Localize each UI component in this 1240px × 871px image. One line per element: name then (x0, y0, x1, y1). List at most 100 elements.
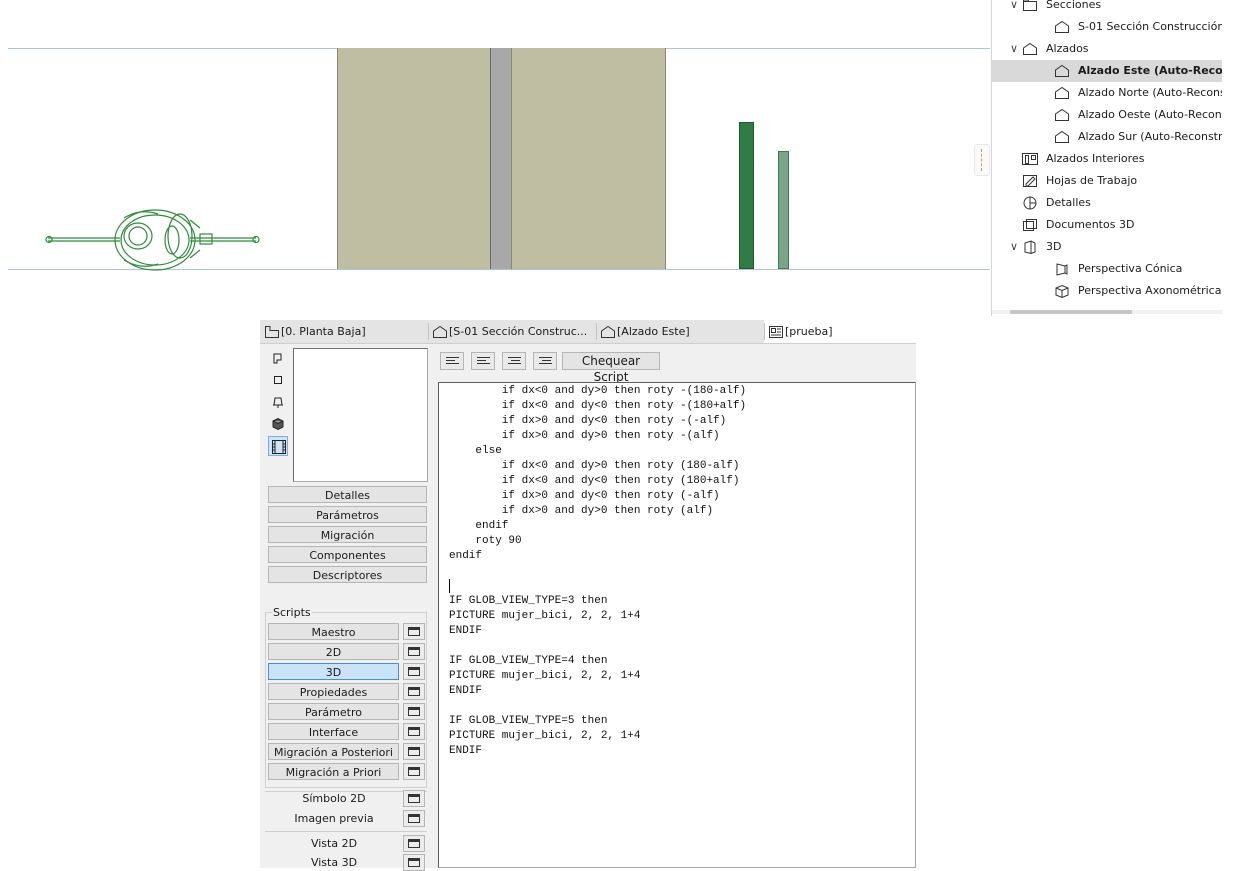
open-script-window-button[interactable] (403, 763, 425, 780)
open-script-window-button[interactable] (403, 623, 425, 640)
navigator-item[interactable]: Alzado Oeste (Auto-Reconstrucc (992, 104, 1222, 126)
wall-left[interactable] (337, 48, 491, 269)
column[interactable] (490, 48, 512, 269)
navigator-scrollbar[interactable] (992, 310, 1222, 314)
camera-icon[interactable] (268, 392, 288, 412)
tab-label: [Alzado Este] (617, 325, 690, 338)
tab-4[interactable]: [prueba] (764, 320, 916, 343)
script-button[interactable]: 2D (268, 643, 399, 660)
bicycle-symbol[interactable] (40, 200, 270, 278)
chevron-down-icon[interactable]: ∨ (1010, 0, 1018, 16)
window-icon (408, 647, 420, 656)
window-icon (408, 794, 420, 803)
open-window-button[interactable] (403, 790, 425, 807)
script-panel: Chequear Script if dx<0 and dy>0 then ro… (438, 344, 916, 868)
section-button[interactable]: Detalles (268, 486, 427, 503)
navigator-item-label: Perspectiva Cónica (1078, 262, 1183, 275)
script-button[interactable]: Maestro (268, 623, 399, 640)
cube-icon (1022, 240, 1038, 255)
3d-object-icon[interactable] (268, 414, 288, 434)
script-button[interactable]: Propiedades (268, 683, 399, 700)
navigator-item[interactable]: Alzado Este (Auto-Reconstrucci (992, 60, 1222, 82)
open-view-button[interactable] (403, 835, 425, 852)
house-view-icon (1054, 86, 1070, 100)
code-editor[interactable]: if dx<0 and dy>0 then roty -(180-alf) if… (438, 382, 916, 868)
open-script-window-button[interactable] (403, 663, 425, 680)
navigator-item[interactable]: ∨ Secciones (992, 0, 1222, 16)
navigator-item[interactable]: Perspectiva Axonométrica (992, 280, 1222, 302)
tab-3[interactable]: [Alzado Este] (596, 320, 764, 343)
tab-separator (764, 323, 765, 340)
wall-right[interactable] (511, 48, 666, 269)
script-button[interactable]: Parámetro (268, 703, 399, 720)
project-navigator[interactable]: ∨ Secciones S-01 Sección Construcción (Aut… (991, 0, 1222, 316)
window-icon (408, 858, 420, 867)
script-button[interactable]: Interface (268, 723, 399, 740)
outdent-icon[interactable] (533, 352, 557, 370)
open-window-button[interactable] (403, 810, 425, 827)
tab-1[interactable]: [0. Planta Baja] (260, 320, 428, 343)
tab-bar: [0. Planta Baja] [S-01 Sección Construc..… (260, 320, 916, 344)
navigator-item[interactable]: Alzado Norte (Auto-Reconstrucc (992, 82, 1222, 104)
view-item[interactable]: Vista 3D (268, 854, 400, 871)
splitter-handle[interactable] (974, 144, 990, 176)
tab-2[interactable]: [S-01 Sección Construc... (428, 320, 596, 343)
navigator-item-label: Secciones (1046, 0, 1102, 11)
script-button[interactable]: Migración a Priori (268, 763, 399, 780)
window-icon (408, 707, 420, 716)
indent-icon[interactable] (502, 352, 526, 370)
house-view-icon (600, 324, 616, 338)
section-button[interactable]: Migración (268, 526, 427, 543)
check-script-button[interactable]: Chequear Script (562, 352, 660, 384)
open-script-window-button[interactable] (403, 743, 425, 760)
floor-plan-icon (264, 324, 280, 338)
navigator-item[interactable]: Perspectiva Cónica (992, 258, 1222, 280)
navigator-item[interactable]: Alzado Sur (Auto-Reconstrucció (992, 126, 1222, 148)
open-script-window-button[interactable] (403, 683, 425, 700)
tab-label: [0. Planta Baja] (281, 325, 366, 338)
elevation-view[interactable] (0, 0, 990, 316)
green-post-tall[interactable] (739, 122, 754, 269)
navigator-scroll-thumb[interactable] (1010, 310, 1132, 314)
square-icon[interactable] (268, 370, 288, 390)
tab-label: [prueba] (785, 325, 833, 338)
window-icon (408, 839, 420, 848)
section-button[interactable]: Parámetros (268, 506, 427, 523)
film-icon[interactable] (268, 436, 288, 456)
remove-comment-icon[interactable] (471, 352, 495, 370)
navigator-item[interactable]: Documentos 3D (992, 214, 1222, 236)
extra-item[interactable]: Símbolo 2D (268, 790, 400, 807)
chevron-down-icon[interactable]: ∨ (1010, 38, 1018, 60)
open-script-window-button[interactable] (403, 723, 425, 740)
tab-separator (596, 323, 597, 340)
navigator-item[interactable]: ∨ 3D (992, 236, 1222, 258)
gdl-object-icon (768, 324, 784, 338)
folder-icon (1022, 0, 1038, 12)
navigator-item[interactable]: Hojas de Trabajo (992, 170, 1222, 192)
open-script-window-button[interactable] (403, 643, 425, 660)
perspective-icon (1054, 262, 1070, 276)
interior-elevation-icon (1022, 152, 1038, 166)
insert-comment-icon[interactable] (440, 352, 464, 370)
window-icon (408, 747, 420, 756)
section-button[interactable]: Componentes (268, 546, 427, 563)
navigator-item[interactable]: Detalles (992, 192, 1222, 214)
chevron-down-icon[interactable]: ∨ (1010, 236, 1018, 258)
navigator-item[interactable]: ∨ Alzados (992, 38, 1222, 60)
open-view-button[interactable] (403, 854, 425, 871)
green-post-short[interactable] (778, 151, 789, 269)
code-text[interactable]: if dx<0 and dy>0 then roty -(180-alf) if… (439, 383, 915, 759)
script-button[interactable]: Migración a Posteriori (268, 743, 399, 760)
navigator-item[interactable]: Alzados Interiores (992, 148, 1222, 170)
window-icon (408, 667, 420, 676)
extra-item[interactable]: Imagen previa (268, 810, 400, 827)
view-item[interactable]: Vista 2D (268, 835, 400, 852)
gdl-object-editor: [0. Planta Baja] [S-01 Sección Construc..… (260, 320, 916, 871)
script-button[interactable]: 3D (268, 663, 399, 680)
navigator-item[interactable]: S-01 Sección Construcción (Auto (992, 16, 1222, 38)
2d-symbol-icon[interactable] (268, 348, 288, 368)
navigator-item-label: Alzados Interiores (1046, 152, 1145, 165)
section-button[interactable]: Descriptores (268, 566, 427, 583)
window-icon (408, 767, 420, 776)
open-script-window-button[interactable] (403, 703, 425, 720)
